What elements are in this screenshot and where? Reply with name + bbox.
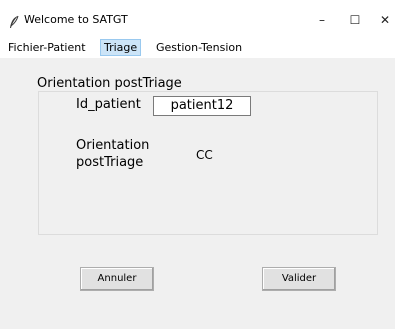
minimize-button[interactable]: –	[307, 8, 337, 32]
window-title: Welcome to SATGT	[24, 13, 128, 26]
group-title: Orientation postTriage	[37, 76, 182, 91]
menu-gestion-tension[interactable]: Gestion-Tension	[153, 39, 245, 56]
menu-triage[interactable]: Triage	[100, 39, 142, 56]
menu-fichier-patient[interactable]: Fichier-Patient	[5, 39, 89, 56]
maximize-button[interactable]: ☐	[340, 8, 370, 32]
submit-button[interactable]: Valider	[262, 267, 336, 291]
orientation-value: CC	[196, 148, 213, 162]
close-button[interactable]: ✕	[370, 8, 395, 32]
title-bar: Welcome to SATGT – ☐ ✕	[0, 0, 395, 38]
id-patient-label: Id_patient	[76, 97, 141, 112]
orientation-label: Orientation postTriage	[76, 138, 150, 170]
menu-bar: Fichier-Patient Triage Gestion-Tension	[0, 38, 395, 58]
id-patient-field[interactable]: patient12	[153, 96, 251, 116]
feather-icon	[8, 14, 20, 28]
cancel-button[interactable]: Annuler	[80, 267, 154, 291]
